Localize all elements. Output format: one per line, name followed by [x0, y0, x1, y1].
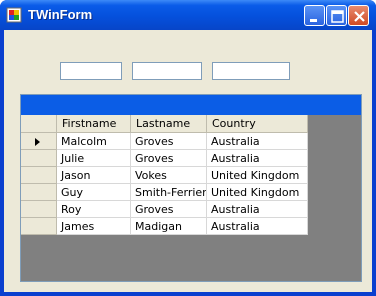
grid-cell[interactable]: Jason — [57, 167, 131, 184]
grid-corner-header — [21, 115, 57, 133]
grid-cell[interactable]: James — [57, 218, 131, 235]
window-title: TWinForm — [28, 7, 93, 22]
row-header[interactable] — [21, 201, 57, 218]
close-icon — [354, 11, 365, 22]
row-header[interactable] — [21, 150, 57, 167]
column-header-lastname[interactable]: Lastname — [131, 115, 207, 133]
maximize-button[interactable] — [326, 5, 347, 26]
column-header-firstname[interactable]: Firstname — [57, 115, 131, 133]
text-field-1[interactable] — [60, 62, 122, 80]
grid-cell[interactable]: Malcolm — [57, 133, 131, 150]
row-header[interactable] — [21, 218, 57, 235]
grid-cell[interactable]: Australia — [207, 150, 308, 167]
text-field-2[interactable] — [132, 62, 202, 80]
grid-cell[interactable]: Groves — [131, 201, 207, 218]
data-grid[interactable]: Firstname Lastname Country Malcolm Groves… — [20, 94, 362, 282]
row-header[interactable] — [21, 167, 57, 184]
row-header[interactable] — [21, 133, 57, 150]
grid-cell[interactable]: Australia — [207, 218, 308, 235]
minimize-button[interactable] — [304, 5, 325, 26]
current-row-arrow-icon — [35, 138, 40, 146]
grid-cell[interactable]: United Kingdom — [207, 184, 308, 201]
maximize-icon — [331, 10, 344, 23]
application-window: TWinForm Firstname Lastname Country Malc… — [0, 0, 376, 296]
grid-cell[interactable]: Roy — [57, 201, 131, 218]
close-button[interactable] — [348, 5, 369, 26]
text-field-3[interactable] — [212, 62, 290, 80]
grid-cell[interactable]: Julie — [57, 150, 131, 167]
grid-cell[interactable]: United Kingdom — [207, 167, 308, 184]
grid-cell[interactable]: Guy — [57, 184, 131, 201]
row-header[interactable] — [21, 184, 57, 201]
grid-cell[interactable]: Madigan — [131, 218, 207, 235]
form-client-area: Firstname Lastname Country Malcolm Groves… — [4, 30, 372, 292]
grid-cell[interactable]: Groves — [131, 150, 207, 167]
grid-caption-bar — [21, 95, 361, 115]
grid-cell[interactable]: Australia — [207, 201, 308, 218]
grid-cell[interactable]: Smith-Ferrier — [131, 184, 207, 201]
title-bar[interactable]: TWinForm — [0, 0, 376, 30]
grid-cell[interactable]: Groves — [131, 133, 207, 150]
grid-cell[interactable]: Vokes — [131, 167, 207, 184]
app-icon — [6, 7, 22, 23]
minimize-icon — [310, 19, 317, 22]
column-header-country[interactable]: Country — [207, 115, 308, 133]
grid-cell[interactable]: Australia — [207, 133, 308, 150]
